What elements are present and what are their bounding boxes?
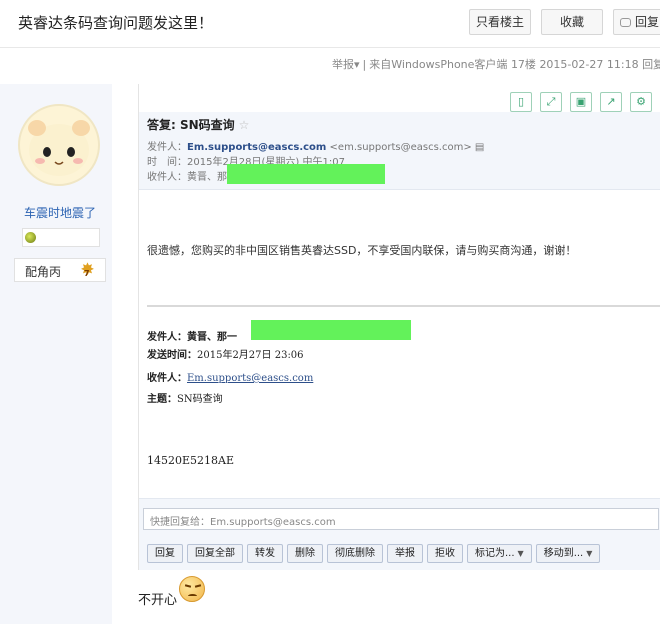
chevron-down-icon: ▼: [586, 549, 593, 558]
fwd-from-label: 发件人：: [147, 332, 187, 343]
avatar[interactable]: [18, 104, 100, 186]
mail-from-line: 发件人：Em.supports@eascs.com <em.supports@e…: [147, 138, 484, 153]
mail-action-buttons: 回复 回复全部 转发 删除 彻底删除 举报 拒收 标记为... ▼ 移动到... ▼: [147, 541, 604, 563]
fwd-time-line: 发送时间：2015年2月27日 23:06: [147, 346, 304, 361]
quick-reply-input[interactable]: 快捷回复给：Em.supports@eascs.com: [143, 508, 659, 530]
fwd-subject-value: SN码查询: [177, 394, 223, 405]
reject-button[interactable]: 拒收: [427, 544, 463, 563]
mail-to-line: 收件人：黄晋、那: [147, 168, 227, 183]
settings-icon[interactable]: ⚙: [630, 92, 652, 112]
mail-toolbar: ▯ ⤢ ▣ ↗ ⚙: [502, 90, 652, 112]
reply-all-button[interactable]: 回复全部: [187, 544, 243, 563]
report-spam-button[interactable]: 举报: [387, 544, 423, 563]
mail-body: 很遗憾，您购买的非中国区销售英睿达SSD，不享受国内联保，请与购买商沟通，谢谢！: [147, 244, 577, 257]
reply-bubble-icon: [620, 18, 631, 27]
share-icon[interactable]: ↗: [600, 92, 622, 112]
report-link[interactable]: 举报: [332, 58, 354, 71]
fwd-redaction-highlight: [251, 320, 411, 340]
move-to-label: 移动到...: [543, 548, 584, 559]
from-label: 发件人：: [147, 142, 187, 153]
mail-subject: 答复: SN码查询 ☆: [147, 116, 249, 133]
quick-reply-panel: 快捷回复给：Em.supports@eascs.com 回复 回复全部 转发 删除 彻底…: [139, 498, 660, 570]
user-column: 车震时地震了 配角丙 ✸ 7: [0, 84, 112, 624]
contact-card-icon[interactable]: ▤: [475, 142, 484, 153]
emoji-brow-left: [184, 584, 192, 588]
sn-code: 14520E5218AE: [147, 454, 234, 467]
reply-button[interactable]: 回复: [613, 9, 660, 35]
expand-icon[interactable]: ⤢: [540, 92, 562, 112]
favorite-button[interactable]: 收藏: [541, 9, 603, 35]
reply-mail-button[interactable]: 回复: [147, 544, 183, 563]
level-gem-icon: [25, 232, 36, 243]
meta-separator: |: [362, 58, 367, 71]
post-datetime: 2015-02-27 11:18: [539, 58, 639, 71]
post-source: 来自WindowsPhone客户端: [369, 58, 508, 71]
title-badge: 配角丙 ✸ 7: [14, 258, 106, 282]
star-icon[interactable]: ☆: [239, 118, 250, 132]
emoji-brow-right: [194, 584, 202, 588]
to-value: 黄晋、那: [187, 172, 227, 183]
badge-level: 7: [84, 269, 90, 278]
star-badge-icon: ✸ 7: [78, 261, 97, 280]
mail-header: 答复: SN码查询 ☆ 发件人：Em.supports@eascs.com <em…: [139, 112, 660, 190]
time-label: 时 间：: [147, 157, 187, 168]
thread-title: 英睿达条码查询问题发这里！: [18, 14, 214, 32]
unhappy-emoji-icon: [179, 576, 205, 602]
from-name[interactable]: Em.supports@eascs.com: [187, 142, 326, 153]
mail-subject-text: 答复: SN码查询: [147, 118, 235, 132]
emoji-mouth: [188, 594, 197, 598]
chevron-down-icon: ▼: [517, 549, 524, 558]
fwd-subject-label: 主题：: [147, 394, 177, 405]
from-address: <em.supports@eascs.com>: [329, 142, 472, 153]
report-caret-icon: ▾: [354, 58, 360, 71]
mail-divider: [147, 305, 660, 307]
redaction-highlight: [227, 164, 385, 184]
delete-button[interactable]: 删除: [287, 544, 323, 563]
save-icon[interactable]: ▣: [570, 92, 592, 112]
fwd-to-value[interactable]: Em.supports@eascs.com: [187, 373, 313, 384]
only-lz-button[interactable]: 只看楼主: [469, 9, 531, 35]
move-to-button[interactable]: 移动到... ▼: [535, 544, 601, 563]
floor-number: 17楼: [510, 58, 536, 71]
floor-reply-link[interactable]: 回复: [642, 58, 660, 71]
thread-header: 英睿达条码查询问题发这里！ 只看楼主 收藏 回复: [0, 0, 660, 48]
mark-as-button[interactable]: 标记为... ▼: [467, 544, 532, 563]
username[interactable]: 车震时地震了: [0, 204, 120, 221]
email-screenshot: ▯ ⤢ ▣ ↗ ⚙ 答复: SN码查询 ☆ 发件人：Em.supports@eascs.c…: [138, 84, 660, 570]
fwd-from-line: 发件人：黄晋、那一: [147, 328, 237, 343]
fwd-subject-line: 主题：SN码查询: [147, 390, 223, 405]
fwd-time-label: 发送时间：: [147, 350, 197, 361]
floor-meta: 举报▾ | 来自WindowsPhone客户端 17楼 2015-02-27 11:…: [332, 56, 660, 72]
avatar-hamster-image: [28, 120, 90, 176]
to-label: 收件人：: [147, 172, 187, 183]
post-text: 不开心: [138, 593, 178, 608]
mark-as-label: 标记为...: [475, 548, 515, 559]
badge-text: 配角丙: [25, 265, 62, 279]
fwd-time-value: 2015年2月27日 23:06: [197, 350, 304, 361]
permanent-delete-button[interactable]: 彻底删除: [327, 544, 383, 563]
fwd-to-line: 收件人：Em.supports@eascs.com: [147, 369, 313, 384]
fwd-to-label: 收件人：: [147, 373, 187, 384]
forward-button[interactable]: 转发: [247, 544, 283, 563]
phone-icon[interactable]: ▯: [510, 92, 532, 112]
level-bar: [22, 228, 100, 247]
fwd-from-value: 黄晋、那一: [187, 332, 237, 343]
reply-button-label: 回复: [635, 15, 660, 29]
